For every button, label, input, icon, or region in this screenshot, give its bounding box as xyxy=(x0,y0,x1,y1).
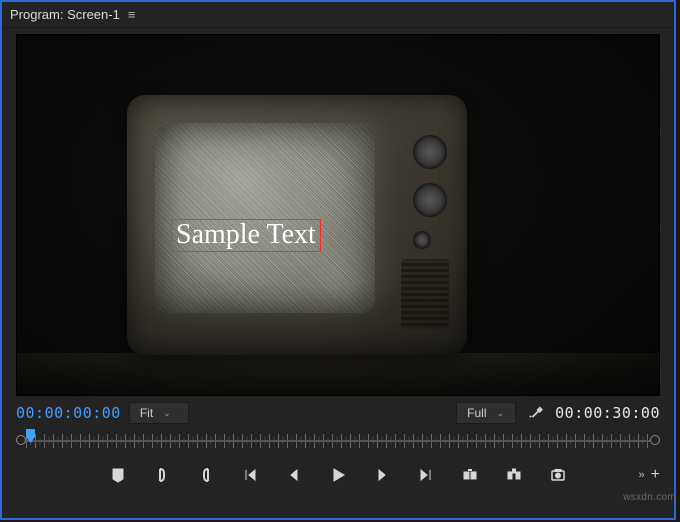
mark-out-button[interactable] xyxy=(193,462,219,488)
program-monitor-panel: Program: Screen-1 ≡ Sample Text 00:00:00… xyxy=(0,0,676,520)
duration-timecode[interactable]: 00:00:30:00 xyxy=(555,404,660,422)
expand-icon[interactable]: » xyxy=(639,469,643,481)
resolution-dropdown-label: Full xyxy=(467,406,486,420)
title-text-box[interactable]: Sample Text xyxy=(171,219,321,252)
ruler-track xyxy=(26,440,650,442)
play-button[interactable] xyxy=(325,462,351,488)
scene-shelf xyxy=(17,353,659,396)
zoom-dropdown-label: Fit xyxy=(140,406,153,420)
scene-tv-speaker xyxy=(401,259,449,329)
program-viewer[interactable]: Sample Text xyxy=(16,34,660,396)
step-forward-button[interactable] xyxy=(369,462,395,488)
viewer-container: Sample Text xyxy=(2,28,674,398)
step-back-button[interactable] xyxy=(281,462,307,488)
current-timecode[interactable]: 00:00:00:00 xyxy=(16,404,121,422)
zoom-dropdown[interactable]: Fit ⌄ xyxy=(129,402,189,424)
go-to-in-button[interactable] xyxy=(237,462,263,488)
button-editor-cluster: » + xyxy=(639,454,660,496)
chevron-down-icon: ⌄ xyxy=(497,408,505,419)
button-editor-plus-icon[interactable]: + xyxy=(651,466,660,484)
add-marker-button[interactable] xyxy=(105,462,131,488)
panel-menu-icon[interactable]: ≡ xyxy=(128,7,136,22)
export-frame-button[interactable] xyxy=(545,462,571,488)
time-ruler-row xyxy=(2,428,674,454)
ruler-zoom-handle-left[interactable] xyxy=(16,435,26,445)
time-ruler[interactable] xyxy=(16,431,660,451)
transport-row: » + xyxy=(2,454,674,496)
viewer-controls-row: 00:00:00:00 Fit ⌄ Full ⌄ 00:00:30:00 xyxy=(2,398,674,428)
mark-in-button[interactable] xyxy=(149,462,175,488)
go-to-out-button[interactable] xyxy=(413,462,439,488)
extract-button[interactable] xyxy=(501,462,527,488)
scene-tv-knobs xyxy=(413,135,447,249)
scene-tv-screen xyxy=(155,123,375,313)
resolution-dropdown[interactable]: Full ⌄ xyxy=(456,402,516,424)
settings-wrench-icon[interactable] xyxy=(524,404,547,422)
lift-button[interactable] xyxy=(457,462,483,488)
ruler-zoom-handle-right[interactable] xyxy=(650,435,660,445)
panel-header: Program: Screen-1 ≡ xyxy=(2,2,674,28)
chevron-down-icon: ⌄ xyxy=(163,408,171,419)
panel-title: Program: Screen-1 xyxy=(10,7,120,22)
